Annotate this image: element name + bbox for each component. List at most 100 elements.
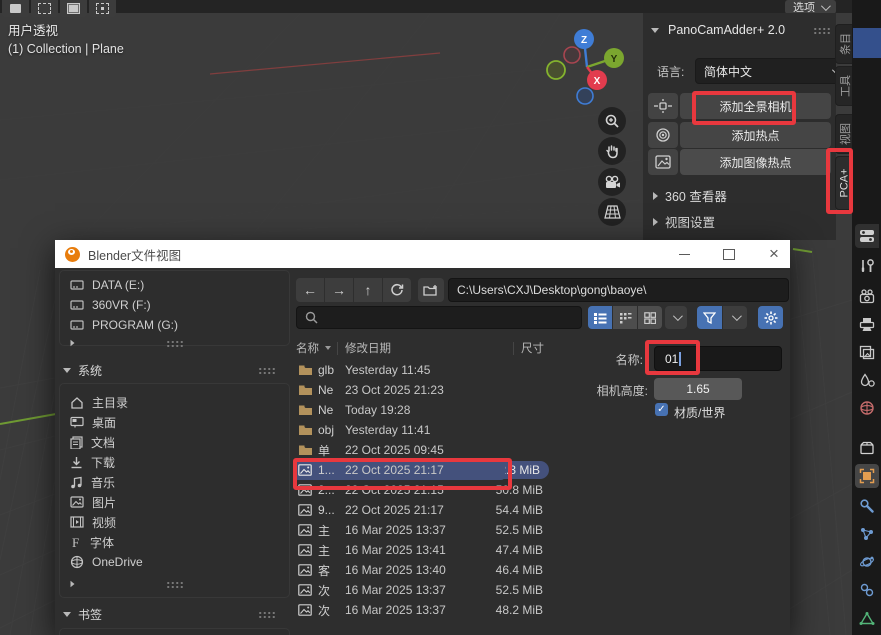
column-date[interactable]: 修改日期 [345, 340, 391, 356]
select-extend-button[interactable] [31, 0, 58, 17]
add-hotspot-button[interactable]: 添加热点 [680, 122, 831, 148]
modifier-properties-tab[interactable] [855, 494, 879, 518]
hotspot-icon-button[interactable] [648, 122, 678, 148]
parent-dir-button[interactable]: ↑ [354, 278, 382, 302]
gizmo-neg-x-ball[interactable] [564, 47, 580, 63]
filter-button[interactable] [697, 306, 722, 329]
image-hotspot-icon-button[interactable] [648, 149, 678, 175]
select-set-button[interactable] [2, 0, 29, 17]
table-row[interactable]: Ne 23 Oct 2025 21:23 [291, 380, 551, 400]
camera-height-field[interactable]: 1.65 [654, 378, 742, 400]
filter-dropdown[interactable] [723, 306, 747, 329]
language-dropdown[interactable]: 简体中文 [695, 58, 836, 84]
table-row[interactable]: 主 16 Mar 2025 13:41 47.4 MiB [291, 540, 551, 560]
column-divider[interactable] [337, 342, 338, 355]
pano-camera-icon-button[interactable] [648, 93, 678, 119]
select-subtract-button[interactable] [60, 0, 87, 17]
table-row[interactable]: 2... 22 Oct 2025 21:15 50.8 MiB [291, 480, 551, 500]
render-properties-tab[interactable] [855, 284, 879, 308]
table-row[interactable]: Ne Today 19:28 [291, 400, 551, 420]
minimize-button[interactable] [665, 240, 703, 268]
options-button[interactable]: 选项 [785, 0, 836, 14]
sidebar-item-onedrive[interactable]: OneDrive [60, 552, 289, 572]
tab-tool[interactable]: 工具 [835, 66, 853, 106]
sidebar-item-documents[interactable]: 文档 [60, 432, 289, 452]
pan-button[interactable] [598, 137, 626, 165]
sidebar-item-music[interactable]: 音乐 [60, 472, 289, 492]
refresh-button[interactable] [383, 278, 411, 302]
view-settings-section-header[interactable]: 视图设置 [653, 212, 715, 231]
filter-settings-button[interactable] [758, 306, 783, 329]
column-name[interactable]: 名称 [296, 340, 319, 356]
outliner-selected-row[interactable] [853, 28, 881, 58]
section-grip[interactable] [166, 581, 183, 588]
world-properties-tab[interactable] [855, 396, 879, 420]
tab-view[interactable]: 视图 [835, 114, 853, 154]
tab-item[interactable]: 条目 [835, 24, 853, 64]
viewer-section-header[interactable]: 360 查看器 [653, 186, 727, 205]
search-input[interactable] [296, 306, 582, 329]
table-row[interactable]: 主 16 Mar 2025 13:37 52.5 MiB [291, 520, 551, 540]
file-name-input[interactable]: 01 [654, 346, 782, 371]
sidebar-item-desktop[interactable]: 桌面 [60, 412, 289, 432]
expander-icon[interactable] [71, 340, 75, 346]
table-row[interactable]: obj Yesterday 11:41 [291, 420, 551, 440]
section-grip[interactable] [166, 340, 183, 347]
table-row[interactable]: 次 16 Mar 2025 13:37 52.5 MiB [291, 580, 551, 600]
toggle-ortho-button[interactable] [598, 198, 626, 226]
close-button[interactable]: × [755, 240, 790, 268]
editor-type-button[interactable] [855, 224, 879, 248]
table-row[interactable]: 客 16 Mar 2025 13:40 46.4 MiB [291, 560, 551, 580]
dialog-titlebar[interactable]: Blender文件视图 × [55, 240, 790, 268]
sidebar-item-downloads[interactable]: 下载 [60, 452, 289, 472]
sidebar-item-pictures[interactable]: 图片 [60, 492, 289, 512]
system-section-header[interactable]: 系统 [63, 362, 279, 379]
physics-properties-tab[interactable] [855, 550, 879, 574]
add-image-hotspot-button[interactable]: 添加图像热点 [680, 149, 831, 175]
panel-collapse-icon[interactable] [651, 28, 659, 33]
path-field[interactable]: C:\Users\CXJ\Desktop\gong\baoye\ [448, 278, 789, 302]
sidebar-item-videos[interactable]: 视频 [60, 512, 289, 532]
display-horizontal-list-button[interactable] [613, 306, 637, 329]
back-button[interactable]: ← [296, 278, 324, 302]
view-layer-properties-tab[interactable] [855, 340, 879, 364]
table-row[interactable]: 9... 22 Oct 2025 21:17 54.4 MiB [291, 500, 551, 520]
tab-pca[interactable]: PCA+ [835, 156, 853, 210]
display-mode-dropdown[interactable] [665, 306, 687, 329]
gizmo-neg-z-ball[interactable] [577, 88, 593, 104]
table-row[interactable]: glb Yesterday 11:45 [291, 360, 551, 380]
tool-properties-tab[interactable] [855, 254, 879, 278]
select-intersect-button[interactable] [89, 0, 116, 17]
sidebar-item-home[interactable]: 主目录 [60, 392, 289, 412]
gizmo-neg-y-ball[interactable] [547, 61, 565, 79]
output-properties-tab[interactable] [855, 312, 879, 336]
new-folder-button[interactable] [418, 278, 444, 302]
scene-properties-tab[interactable] [855, 368, 879, 392]
constraint-properties-tab[interactable] [855, 578, 879, 602]
object-properties-tab[interactable] [855, 464, 879, 488]
zoom-button[interactable] [598, 107, 626, 135]
particle-properties-tab[interactable] [855, 522, 879, 546]
material-world-checkbox[interactable]: ✓ [655, 403, 668, 416]
sidebar-item-fonts[interactable]: F 字体 [60, 532, 289, 552]
navigation-gizmo[interactable]: Z Y X [540, 26, 632, 110]
display-thumbnails-button[interactable] [638, 306, 662, 329]
volume-program-g[interactable]: PROGRAM (G:) [60, 315, 289, 335]
maximize-button[interactable] [710, 240, 748, 268]
table-row[interactable]: 单 22 Oct 2025 09:45 [291, 440, 551, 460]
table-row-selected[interactable]: 1... 22 Oct 2025 21:17 52.3 MiB [291, 460, 551, 480]
column-size[interactable]: 尺寸 [521, 340, 544, 356]
collection-properties-tab[interactable] [855, 436, 879, 460]
display-vertical-list-button[interactable] [588, 306, 612, 329]
bookmarks-section-header[interactable]: 书签 [63, 606, 279, 623]
table-row[interactable]: 次 16 Mar 2025 13:37 48.2 MiB [291, 600, 551, 620]
forward-button[interactable]: → [325, 278, 353, 302]
panel-grip[interactable] [813, 27, 830, 34]
volume-data-e[interactable]: DATA (E:) [60, 275, 289, 295]
add-pano-camera-button[interactable]: 添加全景相机 [680, 93, 831, 119]
expander-icon[interactable] [71, 581, 75, 587]
volume-360vr-f[interactable]: 360VR (F:) [60, 295, 289, 315]
data-properties-tab[interactable] [855, 606, 879, 630]
column-divider[interactable] [513, 342, 514, 355]
camera-view-button[interactable] [598, 168, 626, 196]
